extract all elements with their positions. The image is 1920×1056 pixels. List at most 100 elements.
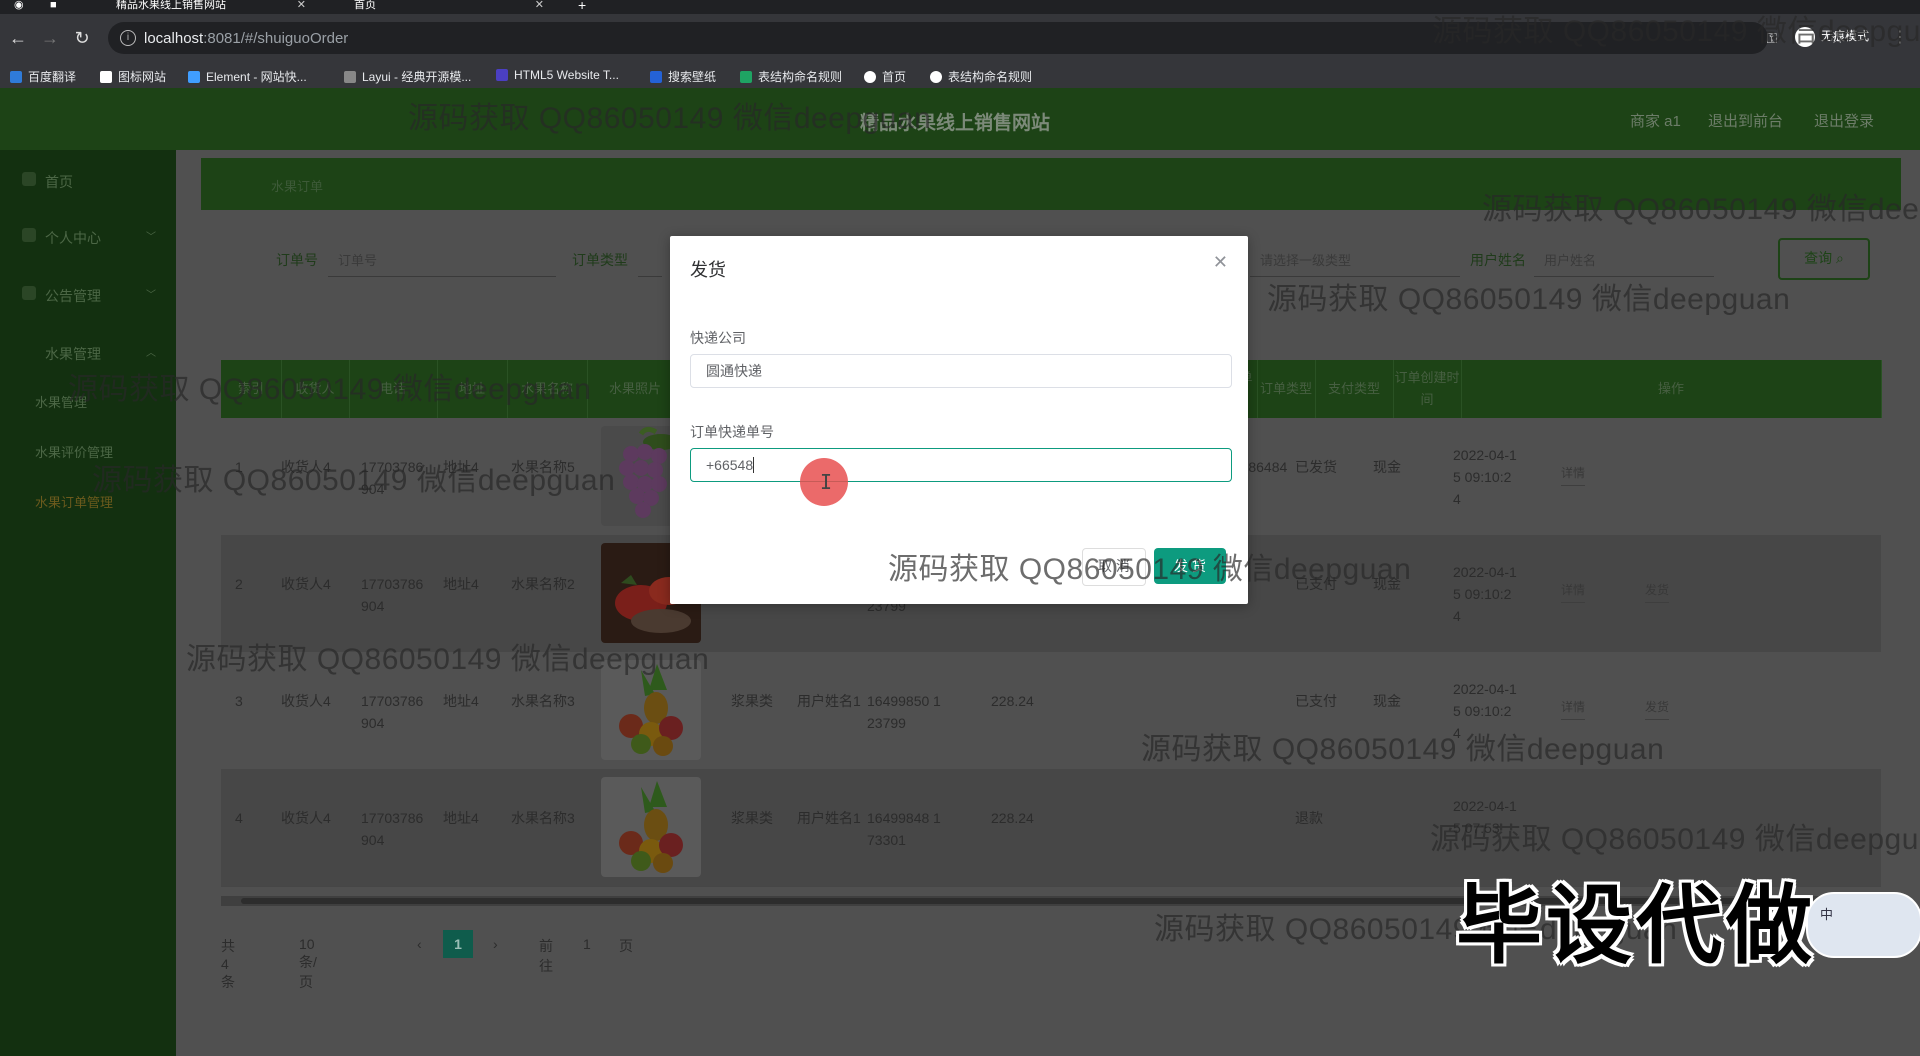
- home-icon: [22, 172, 36, 186]
- bookmark-item[interactable]: 百度翻译: [10, 68, 76, 85]
- sidebar: 首页 个人中心 ﹀ 公告管理 ﹀ 水果管理 ︿ 水果管理 水果评价管理 水果订单管理: [0, 150, 176, 1056]
- forward-icon[interactable]: →: [40, 28, 60, 48]
- price-cell: 228.24: [991, 693, 1034, 709]
- bookmark-item[interactable]: 表结构命名规则: [740, 68, 842, 85]
- express-no-label: 订单快递单号: [690, 424, 774, 440]
- page-number-current[interactable]: 1: [443, 930, 473, 958]
- created-time-cell: 2022-04-15 09:10:24: [1453, 564, 1517, 624]
- prev-page-icon[interactable]: ‹: [417, 936, 422, 952]
- order-type-cell: 退款: [1295, 810, 1323, 826]
- order-type-select[interactable]: 请选择一级类型: [1250, 238, 1460, 277]
- watermark: 源码获取 QQ86050149 微信deepguan: [68, 373, 592, 406]
- text-cursor-icon: I: [820, 470, 833, 494]
- close-tab-icon[interactable]: ✕: [297, 0, 306, 11]
- tab-title: 精品水果线上销售网站: [116, 0, 226, 11]
- user-name-input[interactable]: 用户姓名: [1534, 238, 1714, 277]
- close-icon[interactable]: ✕: [1213, 252, 1228, 273]
- express-company-input[interactable]: 圆通快递: [690, 354, 1232, 388]
- ime-widget[interactable]: 中: [1806, 892, 1920, 958]
- bookmark-item[interactable]: 搜索壁纸: [650, 68, 716, 85]
- receiver-cell: 收货人4: [281, 693, 331, 709]
- globe-icon: [864, 71, 876, 83]
- sheet-icon: [740, 71, 752, 83]
- user-icon: [22, 228, 36, 242]
- watermark: 源码获取 QQ86050149 微信deepguan: [888, 553, 1412, 586]
- created-time-cell: 2022-04-15 09:10:24: [1453, 447, 1517, 507]
- row-index: 4: [235, 810, 243, 826]
- user-name-cell: 用户姓名1: [797, 693, 861, 709]
- order-type-select-left[interactable]: [638, 238, 662, 277]
- sidebar-item-home[interactable]: 首页: [0, 166, 176, 196]
- notice-icon: [22, 286, 36, 300]
- column-header: 订单创建时间: [1393, 360, 1462, 418]
- order-type-label: 订单类型: [572, 252, 628, 268]
- fruit-photo: [601, 777, 701, 877]
- express-company-label: 快递公司: [690, 330, 746, 346]
- column-header: 操作: [1461, 360, 1882, 418]
- phone-cell: 17703786904: [361, 576, 424, 614]
- detail-button[interactable]: 详情: [1561, 698, 1586, 720]
- watermark: 源码获取 QQ86050149 微信deepguan: [408, 102, 932, 135]
- flag-icon: [100, 71, 112, 83]
- express-no-input[interactable]: +66548: [690, 448, 1232, 482]
- row-index: 3: [235, 693, 243, 709]
- detail-button[interactable]: 详情: [1561, 581, 1586, 603]
- watermark: 源码获取 QQ86050149 微信deepguan: [1430, 823, 1920, 856]
- order-no-label: 订单号: [276, 252, 318, 268]
- ship-button[interactable]: 发货: [1645, 581, 1670, 603]
- goto-input[interactable]: 1: [583, 936, 591, 952]
- order-no-input[interactable]: 订单号: [328, 238, 556, 277]
- window-icon[interactable]: ■: [50, 0, 62, 14]
- sidebar-item-notice[interactable]: 公告管理 ﹀: [0, 280, 176, 310]
- fruit-name-cell: 水果名称3: [511, 693, 575, 709]
- promo-overlay-text: 毕设代做: [1456, 878, 1816, 974]
- watermark: 源码获取 QQ86050149 微信deepguan: [1141, 733, 1665, 766]
- back-icon[interactable]: ←: [8, 28, 28, 48]
- quantity-cell: 1: [933, 693, 941, 709]
- chevron-down-icon: ﹀: [146, 232, 156, 243]
- tab-inactive[interactable]: 首页 ✕: [330, 0, 550, 14]
- detail-button[interactable]: 详情: [1561, 464, 1586, 486]
- close-tab-icon[interactable]: ✕: [535, 0, 544, 11]
- text-caret: [753, 457, 755, 473]
- bookmark-item[interactable]: 首页: [864, 68, 906, 85]
- breadcrumb: 水果订单: [271, 179, 324, 194]
- new-tab-icon[interactable]: +: [578, 0, 592, 14]
- ship-button[interactable]: 发货: [1645, 698, 1670, 720]
- sidebar-item-profile[interactable]: 个人中心 ﹀: [0, 222, 176, 252]
- total-count: 共 4 条: [221, 938, 235, 990]
- bookmark-item[interactable]: 表结构命名规则: [930, 68, 1032, 85]
- bookmark-item[interactable]: Element - 网站快...: [188, 68, 307, 85]
- goto-label: 前往: [539, 938, 553, 974]
- bookmark-item[interactable]: HTML5 Website T...: [496, 68, 619, 82]
- order-no-cell: 1649984873301: [867, 810, 930, 848]
- bookmark-item[interactable]: Layui - 经典开源模...: [344, 68, 471, 85]
- order-type-cell: 已支付: [1295, 693, 1337, 709]
- column-header: 支付类型: [1315, 360, 1394, 418]
- logout-link[interactable]: 退出登录: [1814, 110, 1874, 131]
- bookmark-item[interactable]: 图标网站: [100, 68, 166, 85]
- watermark: 源码获取 QQ86050149 微信deepguan: [1482, 193, 1920, 226]
- site-info-icon[interactable]: i: [120, 30, 136, 46]
- back-to-front-link[interactable]: 退出到前台: [1708, 110, 1783, 131]
- receiver-cell: 收货人4: [281, 576, 331, 592]
- fruit-name-cell: 水果名称3: [511, 810, 575, 826]
- wallpaper-icon: [650, 71, 662, 83]
- html5-icon: [496, 69, 508, 81]
- receiver-cell: 收货人4: [281, 810, 331, 826]
- fruit-type-cell: 浆果类: [731, 693, 773, 709]
- order-type-cell: 已发货: [1295, 459, 1337, 475]
- address-cell: 地址4: [443, 810, 479, 826]
- pay-type-cell: 现金: [1373, 459, 1401, 475]
- element-icon: [188, 71, 200, 83]
- browser-menu-icon[interactable]: ◉: [14, 0, 24, 14]
- page-size-select[interactable]: 10条/页: [299, 936, 317, 992]
- next-page-icon[interactable]: ›: [493, 936, 498, 952]
- query-button[interactable]: 查询 ⌕: [1778, 238, 1870, 280]
- tab-active[interactable]: 精品水果线上销售网站 ✕: [92, 0, 312, 14]
- tab-title: 首页: [354, 0, 376, 11]
- page-suffix: 页: [619, 938, 633, 954]
- watermark: 源码获取 QQ86050149 微信deepguan: [1432, 15, 1920, 48]
- chevron-down-icon: ﹀: [146, 290, 156, 301]
- reload-icon[interactable]: ↻: [72, 28, 92, 48]
